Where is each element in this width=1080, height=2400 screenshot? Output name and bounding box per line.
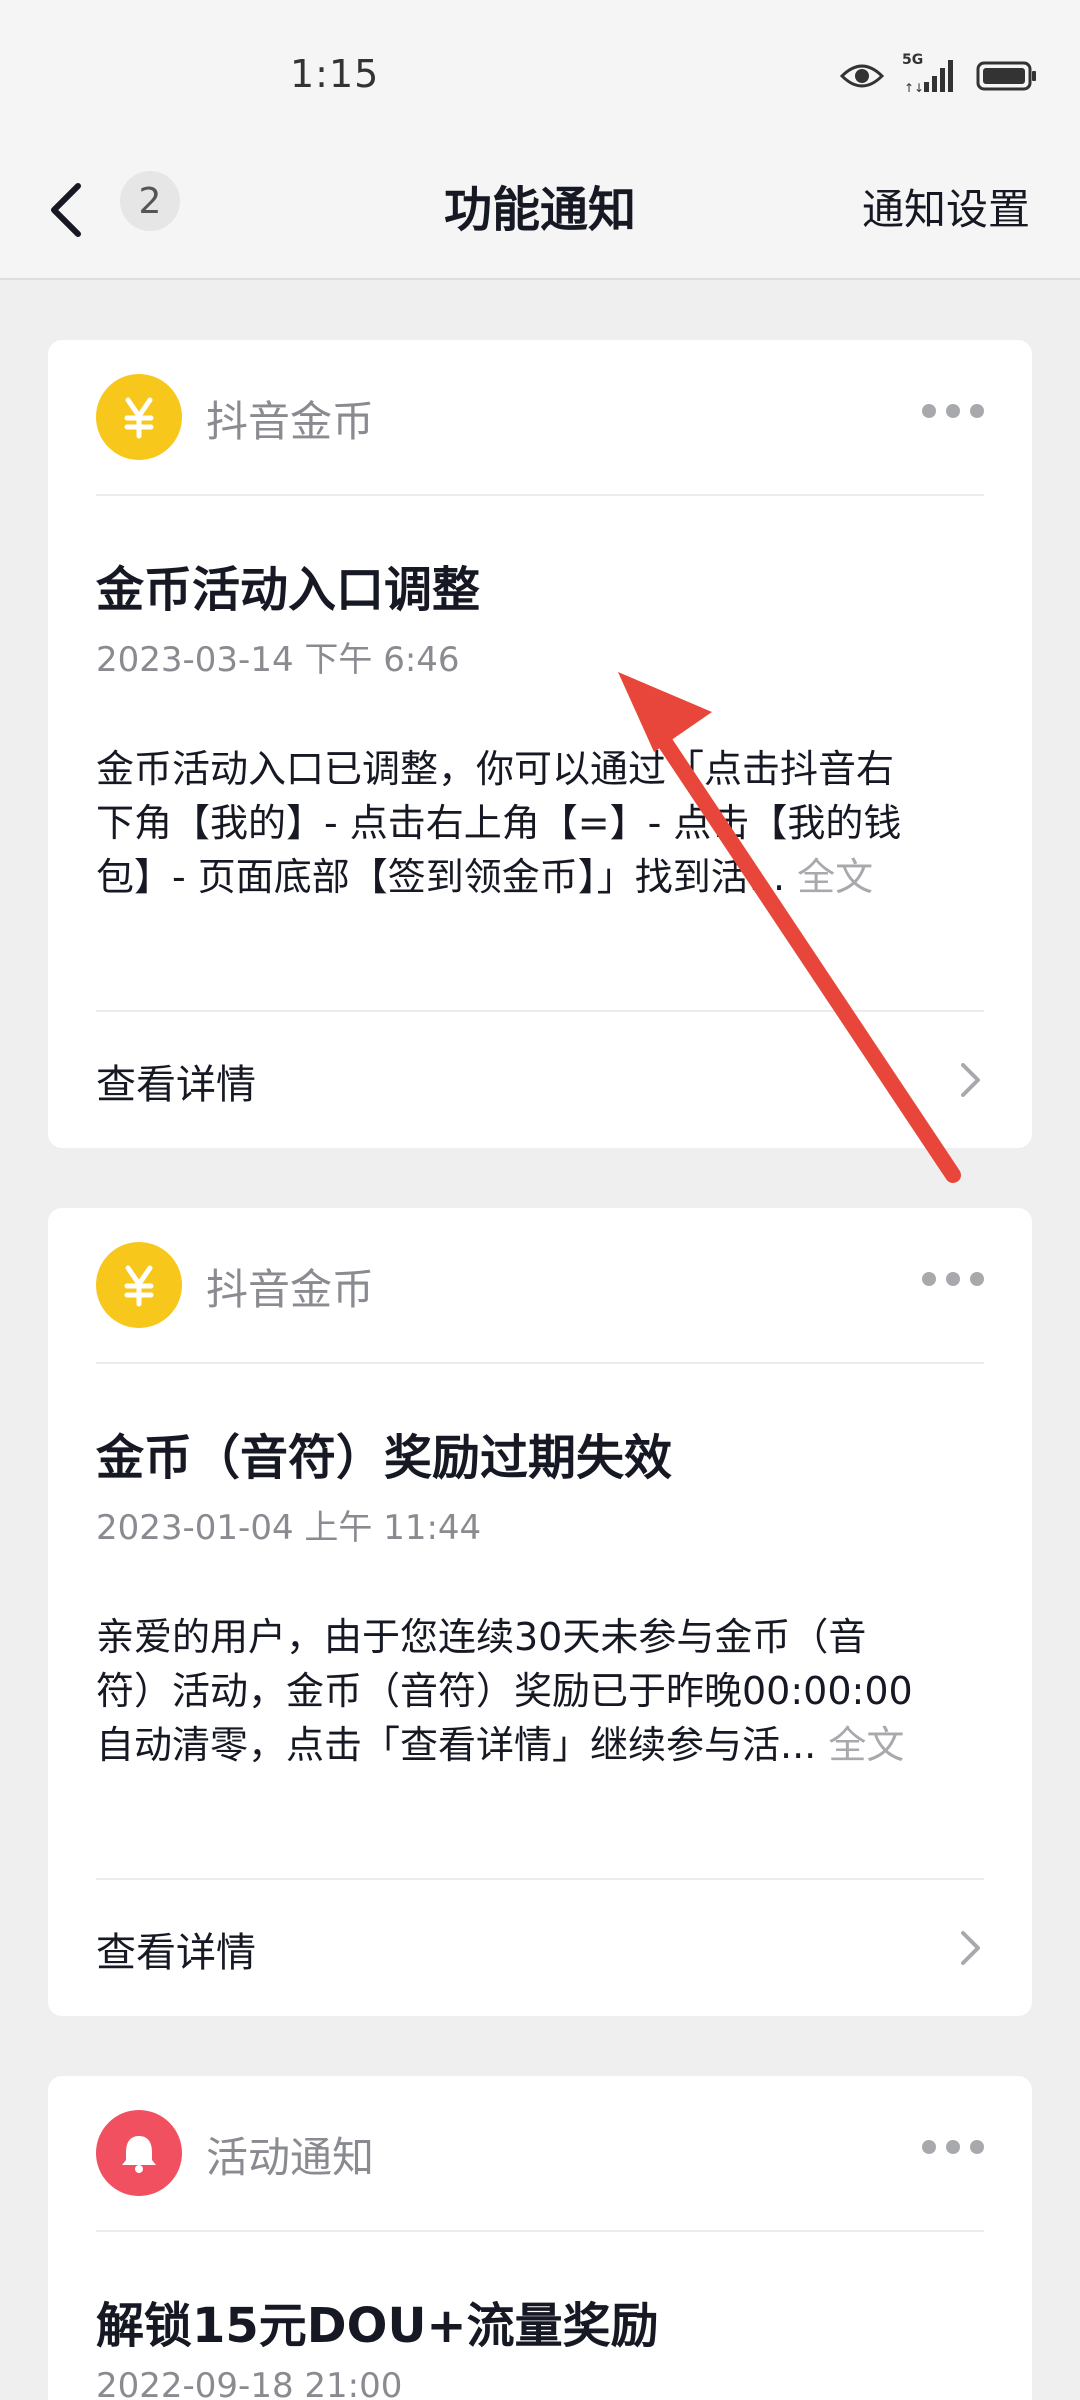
dot-icon (946, 404, 960, 418)
yuan-coin-icon (96, 1242, 182, 1328)
body-line: 金币活动入口已调整，你可以通过「点击抖音右 (96, 747, 895, 791)
more-options-button[interactable] (922, 2140, 984, 2154)
eye-icon (840, 64, 884, 88)
source-name: 抖音金币 (206, 397, 375, 446)
body-line: 自动清零，点击「查看详情」继续参与活... (96, 1723, 817, 1767)
notification-body: 亲爱的用户，由于您连续30天未参与金币（音 符）活动，金币（音符）奖励已于昨晚0… (96, 1610, 986, 1772)
notification-card[interactable]: 抖音金币 金币（音符）奖励过期失效 2023-01-04 上午 11:44 亲爱… (48, 1208, 1032, 2016)
full-text-link[interactable]: 全文 (797, 855, 873, 899)
source-name: 活动通知 (206, 2133, 375, 2182)
body-line-last: 包】- 页面底部【签到领金币】」找到活... 全文 (96, 850, 986, 904)
dot-icon (922, 1272, 936, 1286)
status-bar: 1:15 5G ↑↓ (0, 0, 1080, 150)
battery-icon (976, 61, 1036, 91)
notification-settings-button[interactable]: 通知设置 (862, 176, 1030, 237)
card-header: 活动通知 (96, 2076, 984, 2232)
status-time: 1:15 (290, 52, 380, 96)
notification-time: 2023-03-14 下午 6:46 (96, 640, 460, 680)
view-details-label: 查看详情 (96, 1930, 256, 1976)
view-details-label: 查看详情 (96, 1062, 256, 1108)
navigation-bar: 2 功能通知 通知设置 (0, 150, 1080, 280)
dot-icon (946, 2140, 960, 2154)
notification-body: 金币活动入口已调整，你可以通过「点击抖音右 下角【我的】- 点击右上角【=】- … (96, 742, 986, 904)
full-text-link[interactable]: 全文 (828, 1723, 904, 1767)
dot-icon (922, 2140, 936, 2154)
notification-time: 2022-09-18 21:00 (96, 2366, 403, 2400)
dot-icon (970, 1272, 984, 1286)
body-line: 下角【我的】- 点击右上角【=】- 点击【我的钱 (96, 801, 902, 845)
svg-text:↑↓: ↑↓ (904, 81, 924, 94)
dot-icon (922, 404, 936, 418)
notification-title: 金币（音符）奖励过期失效 (96, 1430, 673, 1486)
chevron-right-icon (961, 1063, 980, 1097)
dot-icon (946, 1272, 960, 1286)
source-name: 抖音金币 (206, 1265, 375, 1314)
card-header: 抖音金币 (96, 1208, 984, 1364)
card-header: 抖音金币 (96, 340, 984, 496)
chevron-right-icon (961, 1931, 980, 1965)
signal-icon: 5G ↑↓ (902, 52, 958, 94)
body-line: 亲爱的用户，由于您连续30天未参与金币（音 (96, 1615, 867, 1659)
status-icons: 5G ↑↓ (840, 52, 1038, 94)
notification-time: 2023-01-04 上午 11:44 (96, 1508, 482, 1548)
body-line: 符）活动，金币（音符）奖励已于昨晚00:00:00 (96, 1669, 913, 1713)
notification-title: 金币活动入口调整 (96, 562, 481, 618)
notification-card[interactable]: 抖音金币 金币活动入口调整 2023-03-14 下午 6:46 金币活动入口已… (48, 340, 1032, 1148)
view-details-row[interactable]: 查看详情 (96, 1010, 984, 1146)
body-line-last: 自动清零，点击「查看详情」继续参与活... 全文 (96, 1718, 986, 1772)
dot-icon (970, 2140, 984, 2154)
view-details-row[interactable]: 查看详情 (96, 1878, 984, 2014)
bell-icon (96, 2110, 182, 2196)
notification-card[interactable]: 活动通知 解锁15元DOU+流量奖励 2022-09-18 21:00 (48, 2076, 1032, 2400)
dot-icon (970, 404, 984, 418)
more-options-button[interactable] (922, 1272, 984, 1286)
yuan-coin-icon (96, 374, 182, 460)
notification-title: 解锁15元DOU+流量奖励 (96, 2298, 659, 2354)
more-options-button[interactable] (922, 404, 984, 418)
body-line: 包】- 页面底部【签到领金币】」找到活... (96, 855, 786, 899)
